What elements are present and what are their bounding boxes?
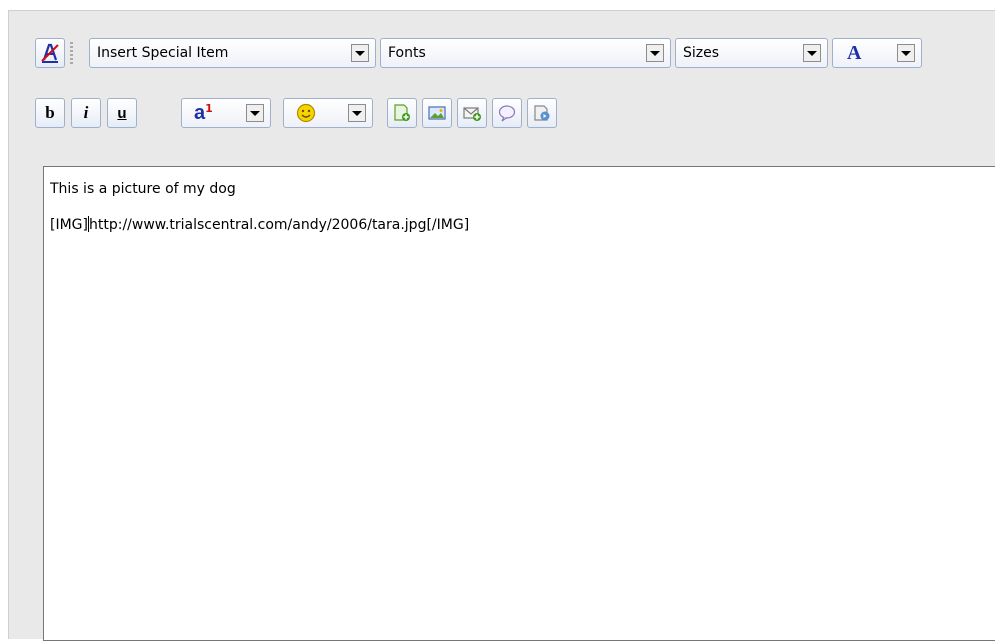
text-style-dropdown[interactable]: a 1 [181,98,271,128]
chevron-down-icon[interactable] [348,104,366,122]
italic-button[interactable]: i [71,98,101,128]
editor-panel: Insert Special Item Fonts Sizes A b i u [8,10,995,641]
bold-button[interactable]: b [35,98,65,128]
editor-line-2: [IMG]http://www.trialscentral.com/andy/2… [50,215,995,235]
chevron-down-icon[interactable] [803,44,821,62]
special-item-label: Insert Special Item [97,45,229,61]
insert-code-button[interactable] [527,98,557,128]
special-item-dropdown[interactable]: Insert Special Item [89,38,376,68]
message-textarea[interactable]: This is a picture of my dog [IMG]http://… [43,166,995,641]
underline-label: u [117,104,127,122]
font-color-icon: A [847,41,862,64]
insert-code-icon [534,105,550,121]
text-style-icon: a 1 [194,102,213,124]
insert-image-button[interactable] [422,98,452,128]
editor-line-1: This is a picture of my dog [50,181,236,197]
remove-format-button[interactable] [35,38,65,68]
insert-quote-button[interactable] [492,98,522,128]
fonts-label: Fonts [388,45,426,61]
insert-image-icon [428,106,446,120]
underline-button[interactable]: u [107,98,137,128]
chevron-down-icon[interactable] [897,44,915,62]
img-url: http://www.trialscentral.com/andy/2006/t… [88,217,470,233]
smiley-wrap [284,103,348,123]
bold-label: b [45,103,55,122]
img-open-tag: [IMG] [50,217,88,233]
sizes-dropdown[interactable]: Sizes [675,38,828,68]
insert-email-button[interactable] [457,98,487,128]
insert-email-icon [463,107,481,121]
smiley-icon [296,103,316,123]
italic-label: i [83,103,89,122]
insert-quote-icon [498,105,516,122]
fonts-dropdown[interactable]: Fonts [380,38,671,68]
font-color-dropdown[interactable]: A [832,38,922,68]
insert-link-icon [394,104,410,121]
chevron-down-icon[interactable] [246,104,264,122]
insert-link-button[interactable] [387,98,417,128]
toolbar-separator [70,42,73,64]
remove-format-icon [41,43,59,63]
chevron-down-icon[interactable] [351,44,369,62]
sizes-label: Sizes [683,45,720,61]
chevron-down-icon[interactable] [646,44,664,62]
smiley-dropdown[interactable] [283,98,373,128]
